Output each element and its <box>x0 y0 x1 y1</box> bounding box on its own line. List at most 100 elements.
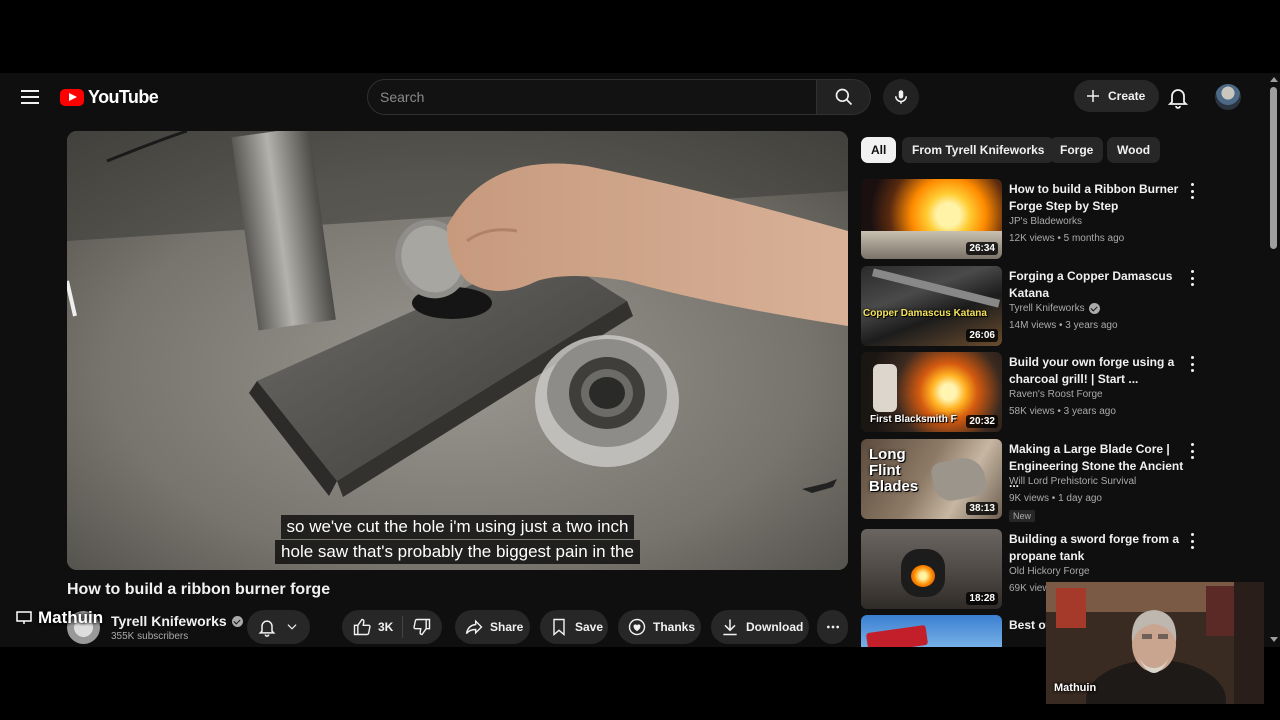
thumbnail-text: First Blacksmith F <box>870 414 957 425</box>
streamer-overlay: Mathuin <box>16 608 103 628</box>
thanks-label: Thanks <box>653 620 696 634</box>
download-icon <box>723 619 737 636</box>
thumbs-up-icon <box>353 618 371 636</box>
verified-icon <box>1088 303 1100 314</box>
scrollbar-thumb[interactable] <box>1270 87 1277 249</box>
account-avatar[interactable] <box>1215 84 1241 110</box>
verified-icon <box>231 615 243 627</box>
recommendation-meta: 9K views • 1 day ago <box>1009 493 1102 504</box>
more-options-icon[interactable] <box>1187 183 1197 199</box>
video-thumbnail[interactable] <box>861 615 1002 647</box>
scroll-up-arrow[interactable] <box>1270 77 1278 82</box>
recommendation-title: Building a sword forge from a propane ta… <box>1009 532 1180 563</box>
microphone-icon <box>895 90 907 104</box>
like-count: 3K <box>378 620 394 634</box>
create-button[interactable]: Create <box>1074 80 1160 112</box>
chip-wood[interactable]: Wood <box>1107 137 1161 163</box>
download-label: Download <box>746 620 804 634</box>
recommendation-title: Forging a Copper Damascus Katana <box>1009 269 1173 300</box>
super-thanks-icon <box>628 618 646 636</box>
share-button[interactable]: Share <box>455 610 530 644</box>
recommendation-item[interactable]: 26:34 How to build a Ribbon Burner Forge… <box>861 179 1201 259</box>
thumbs-down-icon <box>413 618 431 636</box>
youtube-logo[interactable]: YouTube <box>60 87 159 108</box>
bell-icon <box>258 620 276 637</box>
bell-icon <box>1167 89 1189 109</box>
video-duration: 26:34 <box>966 242 998 255</box>
recommendation-meta: 14M views • 3 years ago <box>1009 320 1118 331</box>
menu-icon[interactable] <box>18 85 42 109</box>
search-button[interactable] <box>817 79 871 115</box>
more-options-icon[interactable] <box>1187 533 1197 549</box>
bookmark-icon <box>553 618 565 637</box>
search-icon <box>835 88 852 106</box>
youtube-play-icon <box>60 89 84 106</box>
like-button[interactable]: 3K <box>342 617 402 637</box>
webcam-overlay: Mathuin <box>1046 582 1264 704</box>
new-badge: New <box>1009 510 1036 522</box>
recommendation-meta: 12K views • 5 months ago <box>1009 233 1125 244</box>
recommendation-channel: Raven's Roost Forge <box>1009 389 1103 400</box>
search-input[interactable] <box>380 89 816 105</box>
like-dislike-group: 3K <box>342 610 442 644</box>
plus-icon <box>1087 90 1099 102</box>
caption-line-1: so we've cut the hole i'm using just a t… <box>280 515 635 539</box>
chip-all[interactable]: All <box>861 137 897 163</box>
video-thumbnail[interactable]: 18:28 <box>861 529 1002 609</box>
save-label: Save <box>575 620 604 634</box>
recommendation-channel: Tyrell Knifeworks <box>1009 303 1085 314</box>
recommendation-channel: Will Lord Prehistoric Survival <box>1009 476 1137 487</box>
more-actions-button[interactable] <box>817 610 848 644</box>
chip-forge[interactable]: Forge <box>1050 137 1104 163</box>
recommendation-item[interactable]: Copper Damascus Katana 26:06 Forging a C… <box>861 266 1201 346</box>
youtube-app: YouTube Create <box>0 73 1280 647</box>
more-horizontal-icon <box>826 625 839 629</box>
chip-from-channel[interactable]: From Tyrell Knifeworks <box>902 137 1055 163</box>
video-thumbnail[interactable]: Long Flint Blades 38:13 <box>861 439 1002 519</box>
video-duration: 20:32 <box>966 415 998 428</box>
recommendation-title: Build your own forge using a charcoal gr… <box>1009 355 1175 386</box>
logo-text: YouTube <box>88 87 159 107</box>
recommendation-channel: JP's Bladeworks <box>1009 216 1083 227</box>
channel-name: Tyrell Knifeworks <box>111 613 227 629</box>
captions: so we've cut the hole i'm using just a t… <box>67 515 848 565</box>
recommendation-channel: Old Hickory Forge <box>1009 566 1090 577</box>
video-duration: 18:28 <box>966 592 998 605</box>
more-options-icon[interactable] <box>1187 356 1197 372</box>
thumbnail-text: Copper Damascus Katana <box>863 308 987 319</box>
notifications-button[interactable] <box>1166 85 1192 109</box>
recommendation-item[interactable]: First Blacksmith F 20:32 Build your own … <box>861 352 1201 432</box>
share-icon <box>465 619 483 635</box>
video-duration: 26:06 <box>966 329 998 342</box>
recommendation-item[interactable]: Long Flint Blades 38:13 Making a Large B… <box>861 439 1201 522</box>
video-duration: 38:13 <box>966 502 998 515</box>
video-thumbnail[interactable]: 26:34 <box>861 179 1002 259</box>
caption-line-2: hole saw that's probably the biggest pai… <box>275 540 640 564</box>
video-frame <box>67 131 848 570</box>
channel-name-link[interactable]: Tyrell Knifeworks <box>111 613 243 629</box>
chevron-down-icon <box>287 624 297 630</box>
recommendation-channel-row: Tyrell Knifeworks <box>1009 303 1100 314</box>
recommendation-title: How to build a Ribbon Burner Forge Step … <box>1009 182 1179 213</box>
monitor-icon <box>16 611 32 624</box>
recommendation-meta: 58K views • 3 years ago <box>1009 406 1116 417</box>
create-label: Create <box>1108 89 1146 103</box>
video-thumbnail[interactable]: First Blacksmith F 20:32 <box>861 352 1002 432</box>
video-thumbnail[interactable]: Copper Damascus Katana 26:06 <box>861 266 1002 346</box>
video-title: How to build a ribbon burner forge <box>67 581 331 598</box>
voice-search-button[interactable] <box>883 79 919 115</box>
video-player[interactable]: so we've cut the hole i'm using just a t… <box>67 131 848 570</box>
thanks-button[interactable]: Thanks <box>618 610 701 644</box>
streamer-name: Mathuin <box>38 608 104 627</box>
subscriber-count: 355K subscribers <box>111 631 189 642</box>
scroll-down-arrow[interactable] <box>1270 637 1278 642</box>
more-options-icon[interactable] <box>1187 443 1197 459</box>
more-options-icon[interactable] <box>1187 270 1197 286</box>
share-label: Share <box>490 620 524 634</box>
download-button[interactable]: Download <box>711 610 809 644</box>
notification-settings-button[interactable] <box>247 610 310 644</box>
dislike-button[interactable] <box>403 617 441 637</box>
save-button[interactable]: Save <box>540 610 608 644</box>
thumbnail-text: Long Flint Blades <box>869 446 919 495</box>
search-box[interactable] <box>367 79 817 115</box>
